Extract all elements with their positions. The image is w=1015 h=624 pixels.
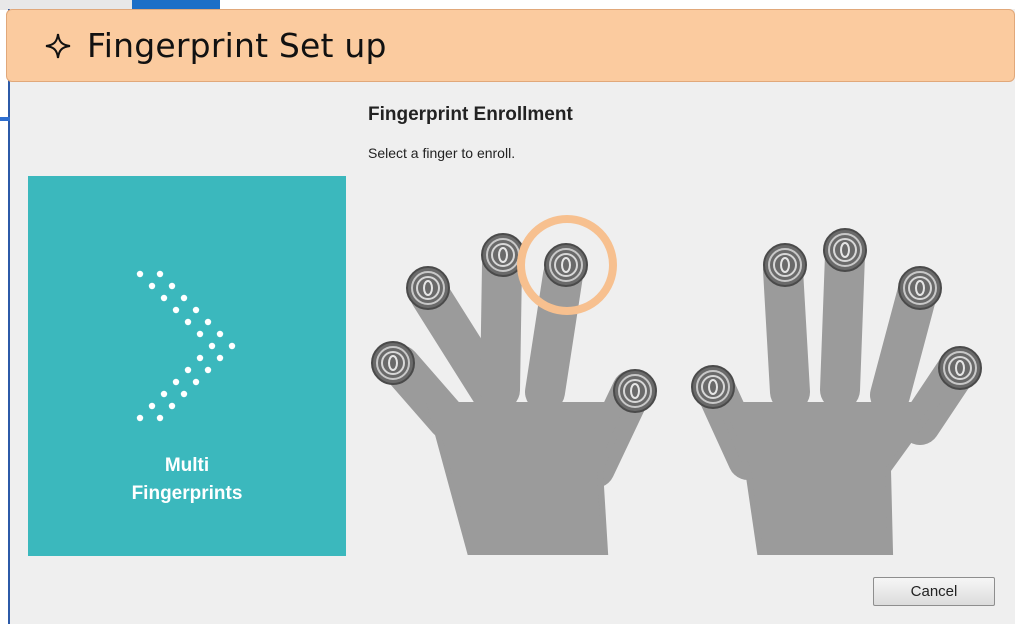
left-index-finger-sensor[interactable]: [544, 243, 588, 287]
hands-diagram: [371, 215, 982, 555]
right-index-finger-sensor[interactable]: [763, 243, 807, 287]
left-ring-finger-sensor[interactable]: [406, 266, 450, 310]
left-pinky-finger-sensor[interactable]: [371, 341, 415, 385]
right-hand: [691, 228, 982, 555]
right-thumb-sensor[interactable]: [691, 365, 735, 409]
right-ring-finger-sensor[interactable]: [898, 266, 942, 310]
right-middle-finger-sensor[interactable]: [823, 228, 867, 272]
cancel-button[interactable]: Cancel: [873, 577, 995, 606]
left-thumb-sensor[interactable]: [613, 369, 657, 413]
right-pinky-finger-sensor[interactable]: [938, 346, 982, 390]
